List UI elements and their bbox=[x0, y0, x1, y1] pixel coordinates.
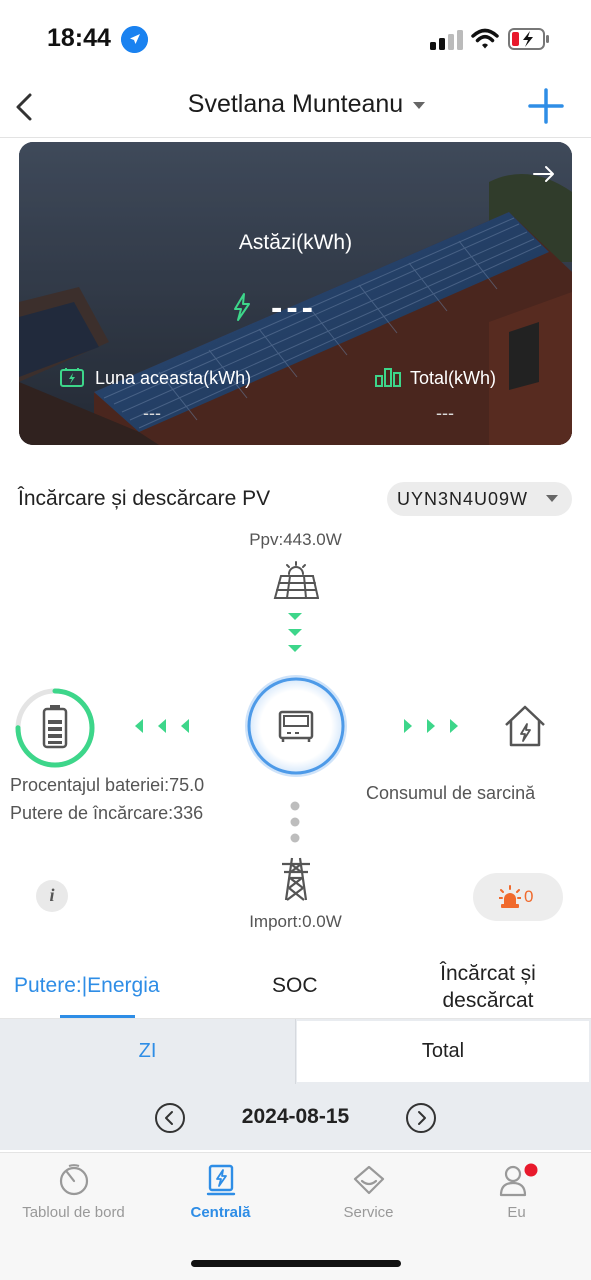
cellular-signal-icon bbox=[430, 30, 463, 50]
chevron-down-icon bbox=[546, 495, 558, 502]
device-serial: UYN3N4U09W bbox=[397, 489, 529, 509]
dashboard-gauge-icon bbox=[59, 1164, 88, 1196]
tab-power-energy[interactable]: Putere:|Energia bbox=[14, 974, 160, 998]
wifi-icon bbox=[471, 28, 499, 49]
top-navigation-bar: Svetlana Munteanu bbox=[0, 80, 591, 138]
flow-arrows-left-icon bbox=[135, 719, 189, 733]
home-load-icon bbox=[505, 705, 545, 747]
user-icon bbox=[499, 1163, 537, 1197]
nav-dashboard-label: Tabloul de bord bbox=[22, 1204, 125, 1221]
month-energy-label: Luna aceasta(kWh) bbox=[59, 368, 299, 389]
load-consumption-text: Consumul de sarcină bbox=[366, 783, 536, 803]
plant-icon bbox=[206, 1164, 235, 1196]
info-button[interactable]: i bbox=[36, 880, 68, 912]
battery-percentage-text: Procentajul bateriei:75.0 bbox=[10, 775, 205, 795]
pv-section-title: Încărcare și descărcare PV bbox=[18, 487, 271, 510]
battery-level-ring bbox=[15, 688, 95, 768]
service-handshake-icon bbox=[353, 1165, 384, 1195]
plant-owner-title[interactable]: Svetlana Munteanu bbox=[0, 90, 591, 119]
flow-arrows-down-icon bbox=[288, 613, 302, 652]
pv-power-value: Ppv:443.0W bbox=[249, 530, 342, 549]
nav-me[interactable]: Eu bbox=[443, 1163, 590, 1221]
battery-charge-icon bbox=[60, 368, 84, 387]
battery-status-icon bbox=[508, 28, 549, 50]
selected-date[interactable]: 2024-08-15 bbox=[0, 1105, 591, 1129]
today-energy-value: --- bbox=[271, 289, 317, 327]
nav-dashboard[interactable]: Tabloul de bord bbox=[0, 1163, 147, 1221]
inverter-icon[interactable] bbox=[243, 673, 349, 779]
range-segmented-control: ZI Total bbox=[0, 1019, 591, 1084]
total-energy-value: --- bbox=[436, 403, 454, 423]
status-bar: 18:44 bbox=[0, 0, 591, 80]
nav-plant-label: Centrală bbox=[190, 1204, 251, 1221]
alarm-siren-icon bbox=[499, 885, 521, 908]
tab-soc[interactable]: SOC bbox=[272, 974, 318, 998]
next-date-icon[interactable] bbox=[405, 1102, 437, 1134]
grid-import-value: Import:0.0W bbox=[249, 912, 342, 931]
location-icon bbox=[121, 26, 148, 53]
solar-panel-icon bbox=[273, 561, 319, 599]
charging-power-text: Putere de încărcare:336 bbox=[10, 803, 204, 823]
nav-me-label: Eu bbox=[507, 1204, 526, 1221]
arrow-right-icon[interactable] bbox=[530, 160, 558, 188]
date-navigator: 2024-08-15 bbox=[0, 1084, 591, 1150]
nav-plant[interactable]: Centrală bbox=[147, 1163, 294, 1221]
month-energy-label-text: Luna aceasta(kWh) bbox=[95, 368, 252, 388]
alarm-count: 0 bbox=[524, 887, 534, 906]
chart-tabs: Putere:|Energia SOC Încărcat și descărca… bbox=[0, 952, 591, 1019]
info-icon: i bbox=[49, 885, 55, 905]
status-time: 18:44 bbox=[47, 24, 111, 52]
today-energy-label: Astăzi(kWh) bbox=[238, 231, 353, 254]
flow-arrows-right-icon bbox=[404, 719, 458, 733]
home-indicator bbox=[191, 1260, 401, 1267]
active-tab-indicator bbox=[60, 1015, 135, 1018]
notification-badge bbox=[524, 1163, 537, 1177]
range-total-button[interactable]: Total bbox=[297, 1021, 589, 1082]
tab-charge-discharge[interactable]: Încărcat și descărcat bbox=[420, 960, 556, 1014]
range-day-button[interactable]: ZI bbox=[0, 1019, 296, 1084]
lightning-icon bbox=[234, 293, 250, 321]
month-energy-block: Luna aceasta(kWh) --- bbox=[59, 368, 299, 424]
power-grid-tower-icon bbox=[282, 857, 310, 901]
add-icon[interactable] bbox=[526, 86, 566, 126]
nav-service[interactable]: Service bbox=[295, 1163, 442, 1221]
nav-service-label: Service bbox=[343, 1204, 394, 1221]
bar-chart-icon bbox=[375, 368, 401, 387]
grid-flow-dots-icon bbox=[290, 801, 300, 843]
total-energy-block: Total(kWh) --- bbox=[374, 368, 554, 424]
month-energy-value: --- bbox=[143, 403, 161, 423]
total-energy-label-text: Total(kWh) bbox=[410, 368, 497, 388]
energy-summary-card[interactable]: Astăzi(kWh) --- Luna aceasta(kWh) --- To… bbox=[19, 142, 572, 445]
total-energy-label: Total(kWh) bbox=[374, 368, 554, 389]
chevron-down-icon[interactable] bbox=[412, 100, 426, 110]
device-selector[interactable]: UYN3N4U09W bbox=[387, 482, 572, 516]
battery-icon bbox=[42, 705, 68, 749]
